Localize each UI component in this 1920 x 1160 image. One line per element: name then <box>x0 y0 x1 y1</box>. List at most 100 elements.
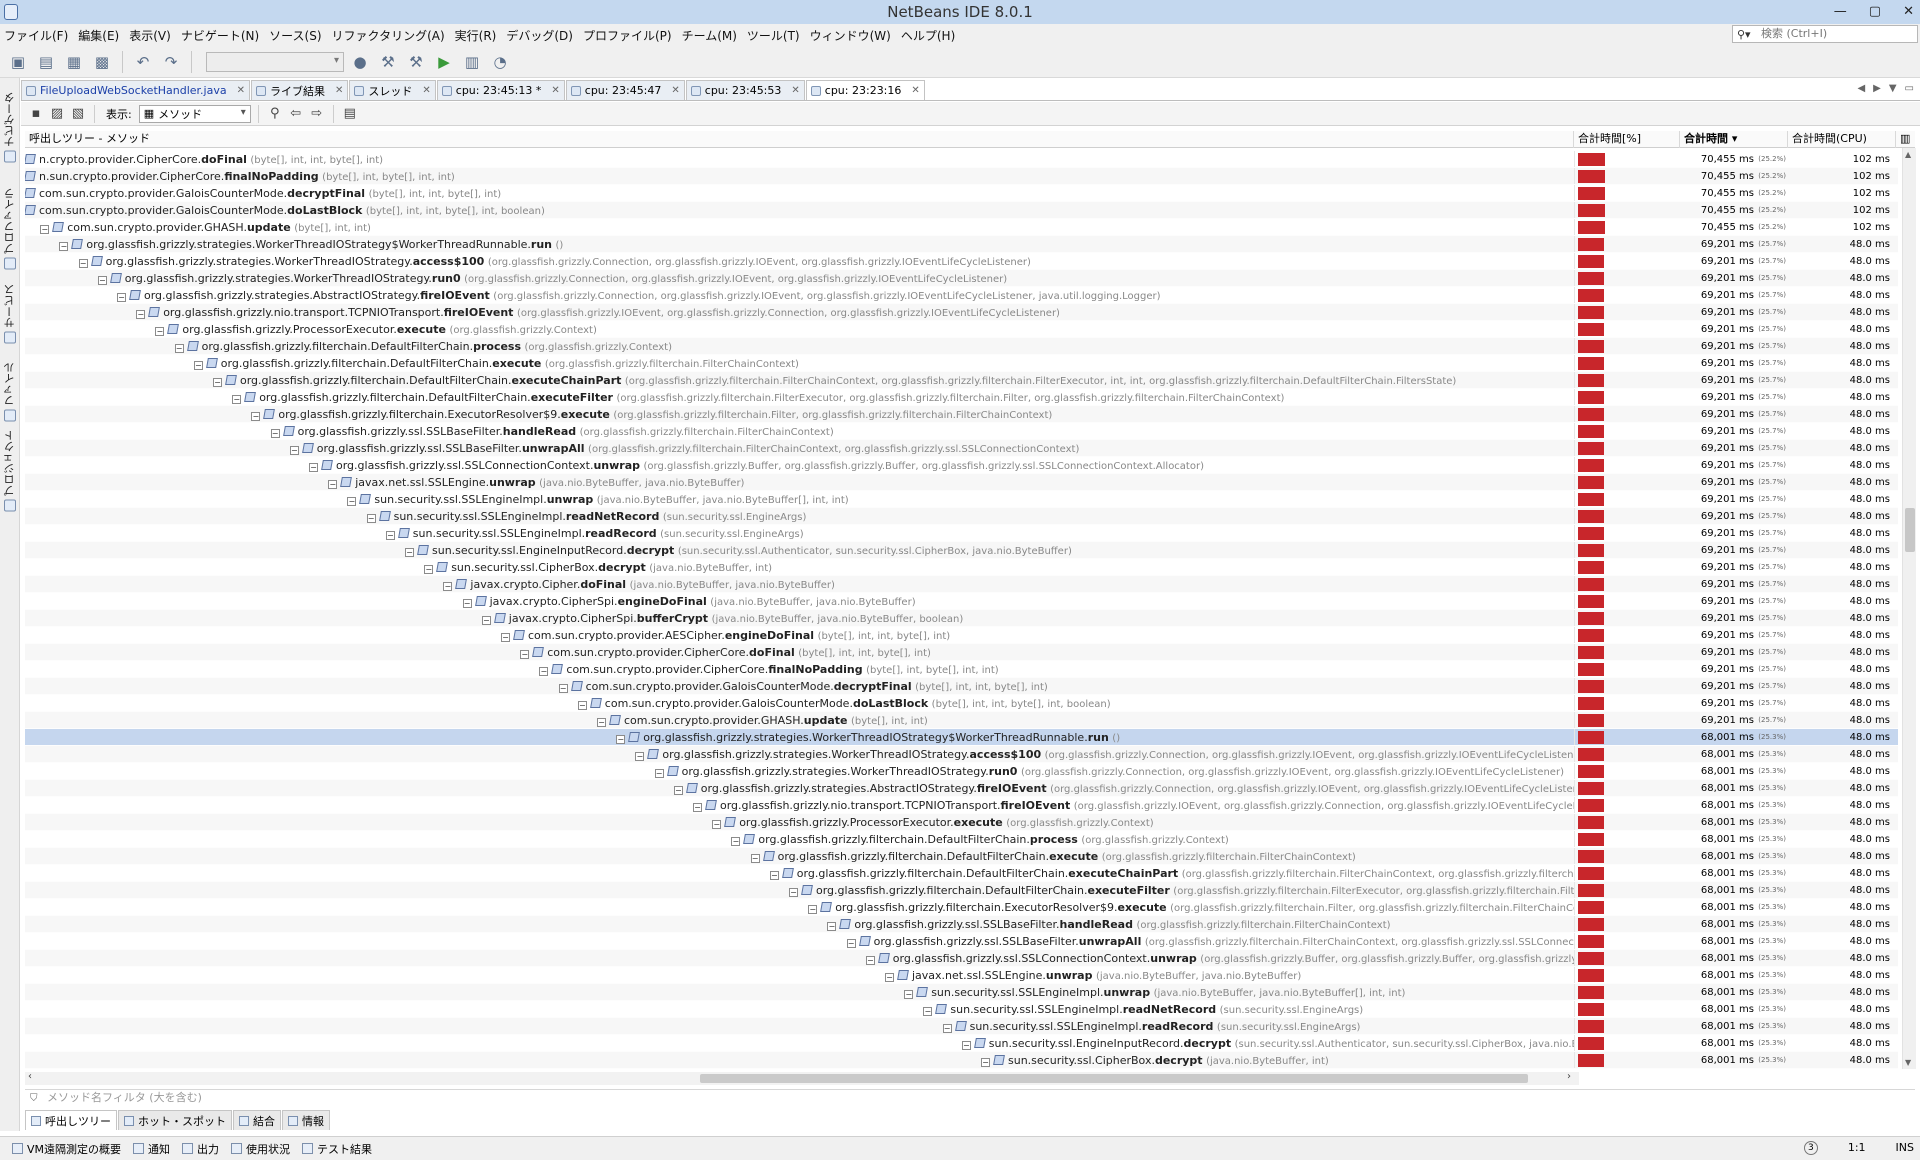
method-cell[interactable]: − com.sun.crypto.provider.CipherCore.doFi… <box>25 644 1574 660</box>
method-cell[interactable]: − org.glassfish.grizzly.ProcessorExecutor… <box>25 321 1574 337</box>
collapse-toggle-icon[interactable]: − <box>846 939 856 948</box>
collapse-toggle-icon[interactable]: − <box>328 480 338 489</box>
method-cell[interactable]: − com.sun.crypto.provider.GaloisCounterMo… <box>25 695 1574 711</box>
collapse-toggle-icon[interactable]: − <box>97 276 107 285</box>
method-cell[interactable]: − org.glassfish.grizzly.ssl.SSLConnection… <box>25 457 1574 473</box>
debug-icon[interactable]: ▥ <box>460 50 484 74</box>
collapse-toggle-icon[interactable]: − <box>117 293 126 302</box>
notification-count-badge[interactable]: 3 <box>1803 1141 1818 1155</box>
table-row[interactable]: − javax.net.ssl.SSLEngine.unwrap (java.ni… <box>25 967 1898 984</box>
status-tab-test-results[interactable]: テスト結果 <box>302 1141 372 1157</box>
scroll-tabs-right-icon[interactable]: ▶ <box>1873 83 1881 94</box>
globe-icon[interactable]: ● <box>348 50 372 74</box>
collapse-toggle-icon[interactable]: − <box>923 1007 933 1016</box>
table-row[interactable]: − org.glassfish.grizzly.filterchain.Execu… <box>25 899 1898 916</box>
table-row[interactable]: − org.glassfish.grizzly.filterchain.Defau… <box>25 355 1898 372</box>
column-method[interactable]: 呼出しツリー - メソッド <box>25 131 1574 148</box>
minimize-button[interactable]: — <box>1834 0 1847 24</box>
method-cell[interactable]: − org.glassfish.grizzly.strategies.Abstra… <box>25 780 1574 796</box>
collapse-toggle-icon[interactable]: − <box>136 310 146 319</box>
collapse-toggle-icon[interactable]: − <box>78 259 88 268</box>
tab-list-icon[interactable]: ▼ <box>1889 83 1897 94</box>
scroll-right-icon[interactable]: › <box>1567 1071 1571 1082</box>
table-row[interactable]: − org.glassfish.grizzly.ssl.SSLBaseFilter… <box>25 916 1898 933</box>
method-cell[interactable]: − com.sun.crypto.provider.CipherCore.fina… <box>25 661 1574 677</box>
table-row[interactable]: − org.glassfish.grizzly.filterchain.Defau… <box>25 372 1898 389</box>
table-row[interactable]: − org.glassfish.grizzly.ssl.SSLBaseFilter… <box>25 440 1898 457</box>
table-row[interactable]: − com.sun.crypto.provider.GHASH.update (b… <box>25 712 1898 729</box>
tab-java-file[interactable]: FileUploadWebSocketHandler.java ✕ <box>21 80 250 100</box>
method-cell[interactable]: − org.glassfish.grizzly.nio.transport.TCP… <box>25 304 1574 320</box>
method-cell[interactable]: com.sun.crypto.provider.GaloisCounterMod… <box>25 185 1574 201</box>
collapse-toggle-icon[interactable]: − <box>40 225 50 234</box>
collapse-toggle-icon[interactable]: − <box>942 1024 952 1033</box>
scroll-tabs-left-icon[interactable]: ◀ <box>1857 83 1865 94</box>
profile-icon[interactable]: ◔ <box>488 50 512 74</box>
table-row[interactable]: − org.glassfish.grizzly.filterchain.Execu… <box>25 406 1898 423</box>
collapse-toggle-icon[interactable]: − <box>366 514 376 523</box>
table-row[interactable]: n.sun.crypto.provider.CipherCore.finalNo… <box>25 168 1898 185</box>
table-row[interactable]: − com.sun.crypto.provider.GaloisCounterMo… <box>25 695 1898 712</box>
method-cell[interactable]: − org.glassfish.grizzly.ssl.SSLBaseFilter… <box>25 423 1574 439</box>
method-cell[interactable]: − org.glassfish.grizzly.filterchain.Defau… <box>25 355 1574 371</box>
collapse-toggle-icon[interactable]: − <box>213 378 222 387</box>
table-row[interactable]: − org.glassfish.grizzly.filterchain.Defau… <box>25 389 1898 406</box>
method-cell[interactable]: − sun.security.ssl.EngineInputRecord.decr… <box>25 1035 1574 1051</box>
table-row[interactable]: − org.glassfish.grizzly.strategies.Abstra… <box>25 287 1898 304</box>
collapse-toggle-icon[interactable]: − <box>251 412 261 421</box>
method-cell[interactable]: com.sun.crypto.provider.GaloisCounterMod… <box>25 202 1574 218</box>
table-row[interactable]: − sun.security.ssl.EngineInputRecord.decr… <box>25 542 1898 559</box>
table-row[interactable]: − javax.crypto.Cipher.doFinal (java.nio.B… <box>25 576 1898 593</box>
save-snapshot-icon[interactable]: ▪ <box>27 105 45 123</box>
collapse-toggle-icon[interactable]: − <box>481 616 491 625</box>
find-previous-icon[interactable]: ⇦ <box>287 105 305 123</box>
table-row[interactable]: − sun.security.ssl.SSLEngineImpl.readReco… <box>25 525 1898 542</box>
method-cell[interactable]: − sun.security.ssl.EngineInputRecord.decr… <box>25 542 1574 558</box>
tab-combined[interactable]: 結合 <box>233 1110 281 1130</box>
sidebar-tab-services[interactable]: サービス <box>2 284 18 348</box>
method-cell[interactable]: − org.glassfish.grizzly.filterchain.Execu… <box>25 899 1574 915</box>
menu-debug[interactable]: デバッグ(D) <box>502 27 579 44</box>
method-cell[interactable]: − sun.security.ssl.SSLEngineImpl.readNetR… <box>25 508 1574 524</box>
menu-profile[interactable]: プロファイル(P) <box>579 27 678 44</box>
maximize-window-icon[interactable]: ▭ <box>1905 83 1914 94</box>
horizontal-scrollbar[interactable]: ‹ › <box>25 1071 1579 1085</box>
menu-run[interactable]: 実行(R) <box>451 27 503 44</box>
method-cell[interactable]: − sun.security.ssl.SSLEngineImpl.readReco… <box>25 1018 1574 1034</box>
table-row[interactable]: − sun.security.ssl.SSLEngineImpl.unwrap (… <box>25 984 1898 1001</box>
method-cell[interactable]: − javax.crypto.CipherSpi.bufferCrypt (jav… <box>25 610 1574 626</box>
collapse-toggle-icon[interactable]: − <box>577 701 587 710</box>
table-row[interactable]: − org.glassfish.grizzly.strategies.Worker… <box>25 253 1898 270</box>
collapse-toggle-icon[interactable]: − <box>385 531 395 540</box>
status-tab-output[interactable]: 出力 <box>182 1141 219 1157</box>
menu-file[interactable]: ファイル(F) <box>0 27 74 44</box>
collapse-toggle-icon[interactable]: − <box>270 429 280 438</box>
undo-icon[interactable]: ↶ <box>131 50 155 74</box>
find-next-icon[interactable]: ⇨ <box>308 105 326 123</box>
table-row[interactable]: − com.sun.crypto.provider.CipherCore.doFi… <box>25 644 1898 661</box>
column-total-time[interactable]: 合計時間 ▾ <box>1680 131 1788 148</box>
collapse-toggle-icon[interactable]: − <box>789 888 798 897</box>
method-cell[interactable]: − org.glassfish.grizzly.filterchain.Defau… <box>25 338 1574 354</box>
method-cell[interactable]: − org.glassfish.grizzly.filterchain.Defau… <box>25 882 1574 898</box>
table-row[interactable]: − org.glassfish.grizzly.strategies.Worker… <box>25 270 1898 287</box>
method-cell[interactable]: − org.glassfish.grizzly.strategies.Abstra… <box>25 287 1574 303</box>
menu-navigate[interactable]: ナビゲート(N) <box>177 27 265 44</box>
collapse-toggle-icon[interactable]: − <box>673 786 683 795</box>
table-row[interactable]: − org.glassfish.grizzly.filterchain.Defau… <box>25 848 1898 865</box>
scroll-down-icon[interactable]: ▼ <box>1905 1058 1911 1067</box>
menu-team[interactable]: チーム(M) <box>678 27 743 44</box>
collapse-toggle-icon[interactable]: − <box>347 497 357 506</box>
method-cell[interactable]: − org.glassfish.grizzly.strategies.Worker… <box>25 236 1574 252</box>
table-row[interactable]: − org.glassfish.grizzly.strategies.Worker… <box>25 236 1898 253</box>
collapse-toggle-icon[interactable]: − <box>174 344 184 353</box>
tab-cpu-snapshot-1[interactable]: cpu: 23:45:13 * ✕ <box>436 80 565 100</box>
maximize-button[interactable]: ▢ <box>1869 0 1881 24</box>
collapse-toggle-icon[interactable]: − <box>731 837 741 846</box>
table-row[interactable]: − sun.security.ssl.CipherBox.decrypt (jav… <box>25 1052 1898 1069</box>
table-row[interactable]: − org.glassfish.grizzly.ProcessorExecutor… <box>25 321 1898 338</box>
table-row[interactable]: − org.glassfish.grizzly.ssl.SSLConnection… <box>25 950 1898 967</box>
method-cell[interactable]: − javax.crypto.Cipher.doFinal (java.nio.B… <box>25 576 1574 592</box>
collapse-toggle-icon[interactable]: − <box>769 871 779 880</box>
close-tab-icon[interactable]: ✕ <box>551 85 559 96</box>
